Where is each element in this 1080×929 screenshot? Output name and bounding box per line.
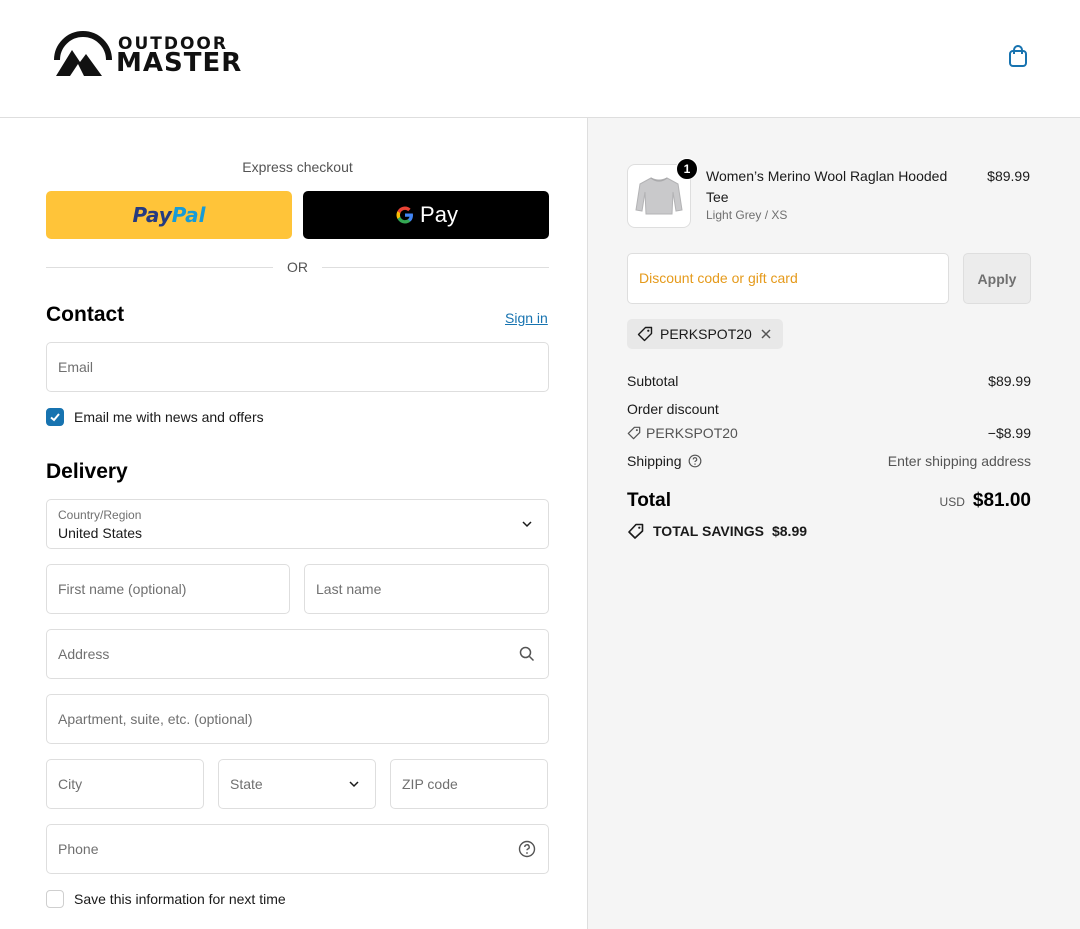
- order-summary: 1 Women’s Merino Wool Raglan Hooded Tee …: [587, 118, 1080, 929]
- site-header: OUTDOOR MASTER: [0, 0, 1080, 118]
- savings-label: TOTAL SAVINGS: [653, 523, 764, 539]
- country-value: United States: [58, 525, 143, 541]
- subtotal-label: Subtotal: [627, 373, 679, 389]
- paypal-logo-part2: Pal: [171, 203, 206, 227]
- discount-value: −$8.99: [987, 425, 1031, 441]
- total-label: Total: [627, 490, 671, 511]
- google-pay-button[interactable]: Pay: [303, 191, 549, 239]
- outdoor-master-logo[interactable]: OUTDOOR MASTER: [52, 30, 242, 82]
- total-savings: TOTAL SAVINGS $8.99: [627, 523, 807, 539]
- discount-code-row: PERKSPOT20 −$8.99: [627, 425, 1031, 443]
- zip-field[interactable]: [390, 759, 548, 809]
- first-name-input[interactable]: [58, 565, 250, 613]
- subtotal-value: $89.99: [988, 373, 1031, 389]
- subtotal-row: Subtotal $89.99: [627, 373, 1031, 389]
- address-field[interactable]: [46, 629, 549, 679]
- total-row: Total USD $81.00: [627, 490, 1031, 512]
- newsletter-label: Email me with news and offers: [74, 409, 264, 425]
- tag-icon: [628, 523, 644, 539]
- quantity-badge: 1: [676, 158, 698, 180]
- mountain-logo-icon: [54, 31, 112, 76]
- remove-discount-button[interactable]: [759, 327, 773, 341]
- product-price: $89.99: [987, 168, 1030, 184]
- discount-field[interactable]: [627, 253, 949, 304]
- total-value: $81.00: [972, 490, 1031, 511]
- shopping-bag-icon: [1009, 45, 1027, 67]
- or-divider: OR: [46, 257, 549, 277]
- apartment-input[interactable]: [58, 695, 509, 743]
- zip-input[interactable]: [402, 760, 508, 808]
- paypal-logo-part1: Pay: [132, 203, 172, 227]
- help-circle-icon[interactable]: [688, 454, 702, 468]
- apartment-field[interactable]: [46, 694, 549, 744]
- city-input[interactable]: [58, 760, 164, 808]
- first-name-field[interactable]: [46, 564, 290, 614]
- order-discount-label: Order discount: [627, 401, 719, 417]
- save-info-option[interactable]: Save this information for next time: [46, 890, 286, 908]
- chevron-down-icon: [349, 781, 359, 788]
- applied-discount-chip: PERKSPOT20: [627, 319, 783, 349]
- applied-code-label: PERKSPOT20: [660, 326, 752, 342]
- last-name-field[interactable]: [304, 564, 549, 614]
- or-label: OR: [287, 259, 308, 275]
- paypal-button[interactable]: Pay Pal: [46, 191, 292, 239]
- checkout-form: Express checkout Pay Pal Pay OR Contact S…: [0, 118, 587, 929]
- search-icon[interactable]: [518, 645, 536, 663]
- state-select[interactable]: State: [218, 759, 376, 809]
- shipping-row: Shipping Enter shipping address: [627, 453, 1031, 469]
- product-name: Women’s Merino Wool Raglan Hooded Tee: [706, 168, 948, 205]
- sign-in-link[interactable]: Sign in: [505, 310, 548, 326]
- checkmark-icon: [50, 413, 60, 422]
- city-field[interactable]: [46, 759, 204, 809]
- save-info-checkbox[interactable]: [46, 890, 64, 908]
- divider-line: [46, 266, 273, 268]
- last-name-input[interactable]: [316, 565, 509, 613]
- discount-input[interactable]: [639, 254, 939, 303]
- product-variant: Light Grey / XS: [706, 208, 788, 222]
- phone-field[interactable]: [46, 824, 549, 874]
- tag-icon: [627, 426, 641, 440]
- phone-input[interactable]: [58, 825, 509, 873]
- google-pay-label: Pay: [420, 202, 458, 227]
- express-checkout-title: Express checkout: [242, 159, 353, 175]
- close-icon: [761, 329, 771, 339]
- google-g-icon: [396, 206, 414, 224]
- save-info-label: Save this information for next time: [74, 891, 286, 907]
- country-select[interactable]: Country/Region United States: [46, 499, 549, 549]
- total-currency: USD: [939, 495, 965, 509]
- newsletter-option[interactable]: Email me with news and offers: [46, 408, 264, 426]
- newsletter-checkbox[interactable]: [46, 408, 64, 426]
- cart-button[interactable]: [1004, 42, 1032, 70]
- country-label: Country/Region: [58, 508, 142, 522]
- order-discount-row: Order discount: [627, 401, 1031, 417]
- shipping-value: Enter shipping address: [887, 453, 1031, 469]
- tag-icon: [637, 326, 653, 342]
- sweater-image-icon: [635, 177, 683, 215]
- brand-name-bottom: MASTER: [116, 48, 243, 78]
- email-input[interactable]: [58, 343, 509, 391]
- email-field[interactable]: [46, 342, 549, 392]
- contact-title: Contact: [46, 303, 125, 326]
- divider-line: [322, 266, 549, 268]
- help-circle-icon[interactable]: [518, 840, 536, 858]
- state-placeholder: State: [230, 776, 263, 792]
- address-input[interactable]: [58, 630, 509, 678]
- delivery-title: Delivery: [46, 460, 128, 483]
- chevron-down-icon: [522, 521, 532, 528]
- discount-code-label: PERKSPOT20: [646, 425, 738, 441]
- apply-button[interactable]: Apply: [963, 253, 1031, 304]
- savings-value: $8.99: [771, 523, 808, 539]
- shipping-label: Shipping: [627, 453, 682, 469]
